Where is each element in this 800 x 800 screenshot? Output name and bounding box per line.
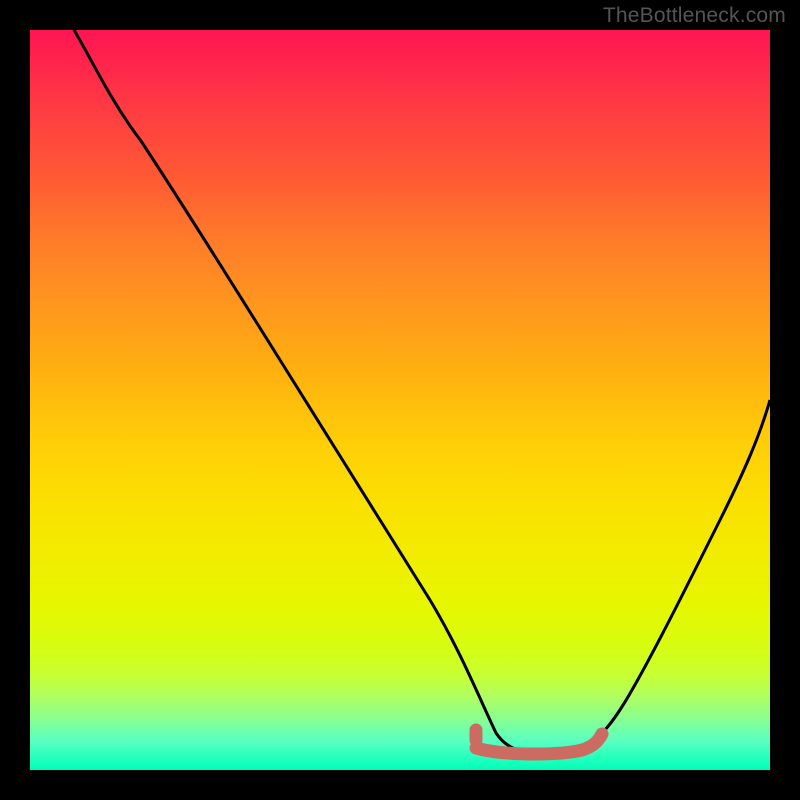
chart-svg bbox=[30, 30, 770, 770]
bottleneck-curve bbox=[74, 30, 770, 753]
chart-frame: TheBottleneck.com bbox=[0, 0, 800, 800]
chart-plot-area bbox=[30, 30, 770, 770]
attribution-label: TheBottleneck.com bbox=[603, 4, 786, 28]
